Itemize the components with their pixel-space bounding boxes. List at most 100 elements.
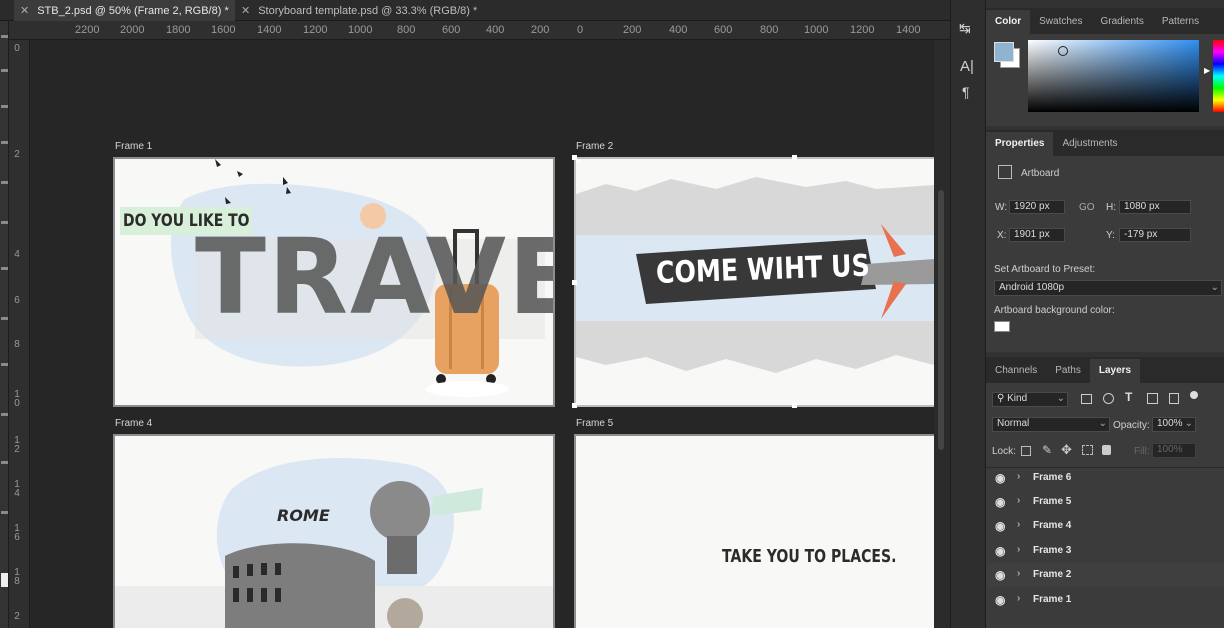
- layer-row-frame-3[interactable]: ◉ › Frame 3: [986, 539, 1224, 563]
- chevron-down-icon: ⌄: [1184, 418, 1193, 429]
- tool-icon[interactable]: [1, 511, 8, 514]
- hue-slider[interactable]: [1213, 40, 1224, 112]
- y-field[interactable]: -179 px: [1119, 228, 1191, 242]
- opacity-field[interactable]: 100% ⌄: [1152, 417, 1196, 432]
- chevron-right-icon[interactable]: ›: [1017, 519, 1020, 530]
- tab-properties[interactable]: Properties: [986, 132, 1054, 156]
- frame-4-label[interactable]: Frame 4: [115, 418, 152, 429]
- tool-icon[interactable]: [1, 141, 8, 144]
- tab-paths[interactable]: Paths: [1046, 359, 1090, 383]
- chevron-right-icon[interactable]: ›: [1017, 593, 1020, 604]
- layer-filter-select[interactable]: ⚲ Kind ⌄: [992, 392, 1068, 407]
- blend-mode-value: Normal: [997, 418, 1030, 429]
- eye-icon[interactable]: ◉: [995, 519, 1005, 533]
- shape-filter-icon[interactable]: [1147, 393, 1158, 404]
- eye-icon[interactable]: ◉: [995, 593, 1005, 607]
- chevron-right-icon[interactable]: ›: [1017, 568, 1020, 579]
- lock-transparent-icon[interactable]: [1021, 446, 1031, 456]
- y-label: Y:: [1106, 230, 1115, 241]
- frame-2-label[interactable]: Frame 2: [576, 141, 613, 152]
- smart-object-filter-icon[interactable]: [1169, 393, 1179, 404]
- chevron-down-icon: ⌄: [1210, 282, 1219, 293]
- tool-icon[interactable]: [1, 221, 8, 224]
- transform-handle[interactable]: [792, 403, 797, 408]
- eye-icon[interactable]: ◉: [995, 471, 1005, 485]
- tab-storyboard-template[interactable]: ✕ Storyboard template.psd @ 33.3% (RGB/8…: [235, 0, 495, 21]
- transform-handle[interactable]: [572, 403, 577, 408]
- eye-icon[interactable]: ◉: [995, 568, 1005, 582]
- tab-swatches[interactable]: Swatches: [1030, 10, 1091, 34]
- width-field[interactable]: 1920 px: [1009, 200, 1065, 214]
- layer-row-frame-2[interactable]: ◉ › Frame 2: [986, 563, 1224, 587]
- opacity-label: Opacity:: [1113, 420, 1150, 431]
- tool-icon[interactable]: [1, 317, 8, 320]
- layer-row-frame-6[interactable]: ◉ › Frame 6: [986, 466, 1224, 490]
- eye-icon[interactable]: ◉: [995, 544, 1005, 558]
- chevron-right-icon[interactable]: ›: [1017, 471, 1020, 482]
- foreground-color-icon[interactable]: [1, 573, 8, 587]
- ruler-label: 200: [531, 24, 550, 36]
- chevron-down-icon: ⌄: [1056, 393, 1065, 404]
- layer-row-frame-5[interactable]: ◉ › Frame 5: [986, 490, 1224, 514]
- close-icon[interactable]: ✕: [241, 4, 250, 17]
- x-label: X:: [997, 230, 1007, 241]
- frame-4-artboard[interactable]: ROME: [113, 434, 555, 628]
- frame-5-label[interactable]: Frame 5: [576, 418, 613, 429]
- tool-icon[interactable]: [1, 363, 8, 366]
- transform-handle[interactable]: [572, 280, 577, 285]
- x-field[interactable]: 1901 px: [1009, 228, 1065, 242]
- foreground-swatch[interactable]: [994, 42, 1014, 62]
- height-field[interactable]: 1080 px: [1119, 200, 1191, 214]
- tab-adjustments[interactable]: Adjustments: [1053, 132, 1126, 156]
- tab-stb-2[interactable]: ✕ STB_2.psd @ 50% (Frame 2, RGB/8) *: [14, 0, 235, 21]
- adjustment-filter-icon[interactable]: [1103, 393, 1114, 404]
- filter-toggle-icon[interactable]: [1190, 391, 1198, 399]
- layer-row-frame-4[interactable]: ◉ › Frame 4: [986, 514, 1224, 538]
- transform-handle[interactable]: [572, 155, 577, 160]
- tab-color[interactable]: Color: [986, 10, 1031, 34]
- layer-row-frame-1[interactable]: ◉ › Frame 1: [986, 588, 1224, 612]
- lock-position-icon[interactable]: ✥: [1061, 442, 1072, 458]
- color-field[interactable]: [1028, 40, 1199, 112]
- tab-layers[interactable]: Layers: [1089, 359, 1141, 383]
- tab-patterns[interactable]: Patterns: [1153, 10, 1208, 34]
- lock-all-icon[interactable]: [1102, 445, 1111, 455]
- tab-channels[interactable]: Channels: [986, 359, 1046, 383]
- lock-pixels-icon[interactable]: ✎: [1042, 443, 1052, 457]
- tool-icon[interactable]: [1, 461, 8, 464]
- bg-color-swatch[interactable]: [994, 321, 1010, 332]
- frame-2-artboard[interactable]: COME WIHT US: [574, 157, 936, 407]
- scrollbar-thumb[interactable]: [938, 190, 944, 450]
- frame-1-label[interactable]: Frame 1: [115, 141, 152, 152]
- frame-5-artboard[interactable]: TAKE YOU TO PLACES.: [574, 434, 936, 628]
- frame-1-big-text: TRAVEL: [195, 216, 553, 338]
- fill-field[interactable]: 100%: [1152, 443, 1196, 458]
- canvas-vertical-scrollbar[interactable]: [934, 40, 950, 628]
- tool-icon[interactable]: [1, 413, 8, 416]
- frame-1-artboard[interactable]: DO YOU LIKE TO TRAVEL: [113, 157, 555, 407]
- chevron-right-icon[interactable]: ›: [1017, 495, 1020, 506]
- blend-mode-select[interactable]: Normal ⌄: [992, 417, 1110, 432]
- type-filter-icon[interactable]: T: [1125, 390, 1132, 404]
- preset-select[interactable]: Android 1080p ⌄: [994, 280, 1222, 296]
- chevron-right-icon[interactable]: ›: [1017, 544, 1020, 555]
- character-icon[interactable]: A|: [960, 58, 974, 75]
- close-icon[interactable]: ✕: [20, 4, 29, 17]
- history-icon[interactable]: ↹: [959, 20, 971, 37]
- transform-handle[interactable]: [792, 155, 797, 160]
- color-picker-cursor[interactable]: [1058, 46, 1068, 56]
- tool-icon[interactable]: [1, 105, 8, 108]
- tool-icon[interactable]: [1, 267, 8, 270]
- link-icon[interactable]: GO: [1079, 202, 1095, 213]
- tab-gradients[interactable]: Gradients: [1091, 10, 1152, 34]
- pixel-filter-icon[interactable]: [1081, 394, 1092, 404]
- artboard-icon: [998, 165, 1012, 179]
- eye-icon[interactable]: ◉: [995, 495, 1005, 509]
- tool-icon[interactable]: [1, 181, 8, 184]
- tool-icon[interactable]: [1, 69, 8, 72]
- paragraph-icon[interactable]: ¶: [962, 84, 970, 100]
- lock-artboard-icon[interactable]: [1082, 445, 1093, 455]
- tool-icon[interactable]: [1, 35, 8, 38]
- photoshop-window: ✕ STB_2.psd @ 50% (Frame 2, RGB/8) * ✕ S…: [0, 0, 1224, 628]
- ruler-label: 800: [760, 24, 779, 36]
